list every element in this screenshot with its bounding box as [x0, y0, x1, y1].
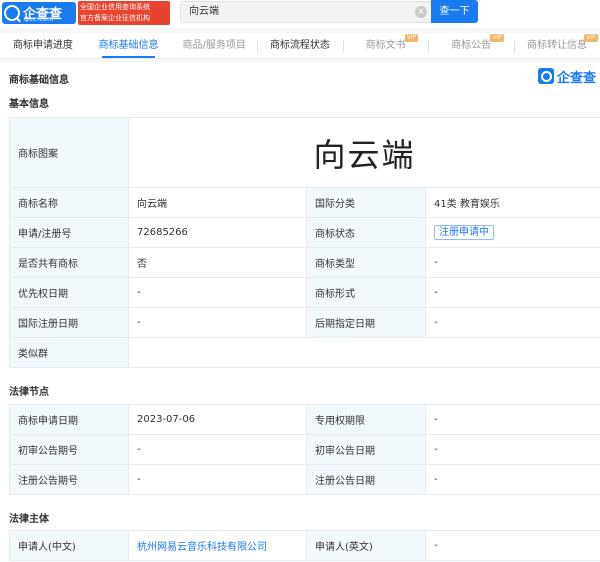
- qcc-logo[interactable]: 企查查 Qcc.com: [2, 2, 76, 24]
- label-cell: 商标类型: [306, 247, 426, 278]
- table-row: 类似群: [9, 337, 600, 368]
- label-cell: 后期指定日期: [306, 307, 426, 338]
- slogan-badge: 全国企业信用查询系统 官方备案企业征信机构: [78, 1, 170, 25]
- label-cell: 是否共有商标: [9, 247, 129, 278]
- logo-domain-text: Qcc.com: [24, 16, 54, 23]
- vip-badge: VIP: [404, 34, 419, 42]
- tab-label: 商标转让信息: [526, 40, 587, 51]
- trademark-image: 向云端: [313, 135, 416, 174]
- search-button[interactable]: 查一下: [431, 0, 478, 23]
- basic-info-table: 商标图案 向云端 商标名称 向云端 国际分类 41类 教育娱乐 申请/注册号 7…: [9, 117, 600, 368]
- label-cell: 初审公告期号: [9, 434, 129, 465]
- trademark-image-cell: 向云端: [128, 117, 600, 188]
- value-cell: -: [128, 464, 307, 495]
- tab-label: 商标申请进度: [12, 40, 73, 51]
- label-cell: 申请人(中文): [9, 530, 129, 561]
- value-cell: 向云端: [128, 187, 307, 218]
- value-cell: -: [425, 530, 600, 561]
- legal-subject-table: 申请人(中文) 杭州网易云音乐科技有限公司 申请人(英文) -: [9, 530, 600, 561]
- value-cell: 72685266: [128, 217, 307, 248]
- value-cell: [128, 337, 600, 368]
- table-row: 国际注册日期 - 后期指定日期 -: [9, 307, 600, 338]
- label-cell: 商标名称: [9, 187, 129, 218]
- table-row: 是否共有商标 否 商标类型 -: [9, 247, 600, 278]
- value-cell: -: [425, 307, 600, 338]
- tab-application-progress[interactable]: 商标申请进度: [0, 33, 86, 58]
- value-cell: 否: [128, 247, 307, 278]
- value-cell: 注册申请中: [425, 217, 600, 248]
- value-cell: -: [425, 434, 600, 465]
- value-cell: -: [425, 404, 600, 435]
- magnifier-logo-icon: [4, 5, 20, 21]
- qcc-logo-icon: [538, 68, 554, 84]
- status-badge: 注册申请中: [434, 225, 494, 240]
- section-title-legal-nodes: 法律节点: [9, 387, 49, 398]
- label-cell: 注册公告日期: [306, 464, 426, 495]
- label-cell: 申请/注册号: [9, 217, 129, 248]
- slogan-line-2: 官方备案企业征信机构: [80, 14, 150, 22]
- tab-bar: 商标申请进度 商标基础信息 商品/服务项目 商标流程状态 商标文书 VIP 商标公…: [0, 33, 600, 59]
- label-cell: 商标状态: [306, 217, 426, 248]
- value-cell: -: [425, 247, 600, 278]
- value-cell: -: [128, 434, 307, 465]
- value-cell: -: [425, 464, 600, 495]
- vip-badge: VIP: [584, 34, 598, 42]
- label-cell: 初审公告日期: [306, 434, 426, 465]
- tab-label: 商标公告: [451, 40, 492, 51]
- value-cell: -: [128, 307, 307, 338]
- clear-search-icon[interactable]: ×: [415, 6, 427, 18]
- applicant-cn-cell: 杭州网易云音乐科技有限公司: [128, 530, 307, 561]
- label-cell: 类似群: [9, 337, 129, 368]
- label-cell: 优先权日期: [9, 277, 129, 308]
- tab-transfer-info[interactable]: 商标转让信息 VIP: [514, 33, 600, 58]
- legal-nodes-table: 商标申请日期 2023-07-06 专用权期限 - 初审公告期号 - 初审公告日…: [9, 404, 600, 495]
- table-row: 优先权日期 - 商标形式 -: [9, 277, 600, 308]
- tab-label: 商标流程状态: [269, 40, 330, 51]
- vip-badge: VIP: [490, 34, 504, 42]
- label-cell: 国际分类: [306, 187, 426, 218]
- table-row: 申请人(中文) 杭州网易云音乐科技有限公司 申请人(英文) -: [9, 530, 600, 561]
- table-row: 注册公告期号 - 注册公告日期 -: [9, 464, 600, 495]
- corner-brand-text: 企查查: [557, 71, 597, 86]
- tab-label: 商品/服务项目: [182, 40, 246, 51]
- label-cell: 注册公告期号: [9, 464, 129, 495]
- tab-label: 商标基础信息: [98, 40, 159, 51]
- label-cell: 商标图案: [9, 117, 129, 188]
- table-row: 初审公告期号 - 初审公告日期 -: [9, 434, 600, 465]
- table-row: 商标图案 向云端: [9, 117, 600, 188]
- value-cell: -: [128, 277, 307, 308]
- section-title-basic: 基本信息: [9, 99, 49, 110]
- tab-process-status[interactable]: 商标流程状态: [257, 33, 343, 58]
- tab-goods-services[interactable]: 商品/服务项目: [171, 33, 257, 58]
- label-cell: 商标形式: [306, 277, 426, 308]
- section-title-legal-subject: 法律主体: [9, 514, 49, 525]
- main-content: 商标基础信息 企查查 基本信息 商标图案 向云端 商标名称 向云端 国际分类 4…: [0, 62, 600, 562]
- tab-announcements[interactable]: 商标公告 VIP: [428, 33, 514, 58]
- table-row: 申请/注册号 72685266 商标状态 注册申请中: [9, 217, 600, 248]
- slogan-line-1: 全国企业信用查询系统: [80, 3, 150, 11]
- table-row: 商标名称 向云端 国际分类 41类 教育娱乐: [9, 187, 600, 218]
- applicant-link[interactable]: 杭州网易云音乐科技有限公司: [137, 542, 267, 553]
- label-cell: 专用权期限: [306, 404, 426, 435]
- label-cell: 商标申请日期: [9, 404, 129, 435]
- page-title: 商标基础信息: [9, 75, 69, 86]
- value-cell: -: [425, 277, 600, 308]
- label-cell: 国际注册日期: [9, 307, 129, 338]
- table-row: 商标申请日期 2023-07-06 专用权期限 -: [9, 404, 600, 435]
- top-bar: 企查查 Qcc.com 全国企业信用查询系统 官方备案企业征信机构 向云端 × …: [0, 0, 600, 28]
- tab-label: 商标文书: [365, 40, 406, 51]
- label-cell: 申请人(英文): [306, 530, 426, 561]
- tab-basic-info[interactable]: 商标基础信息: [86, 33, 172, 58]
- value-cell: 41类 教育娱乐: [425, 187, 600, 218]
- value-cell: 2023-07-06: [128, 404, 307, 435]
- tab-documents[interactable]: 商标文书 VIP: [342, 33, 429, 58]
- search-input[interactable]: 向云端: [180, 1, 432, 23]
